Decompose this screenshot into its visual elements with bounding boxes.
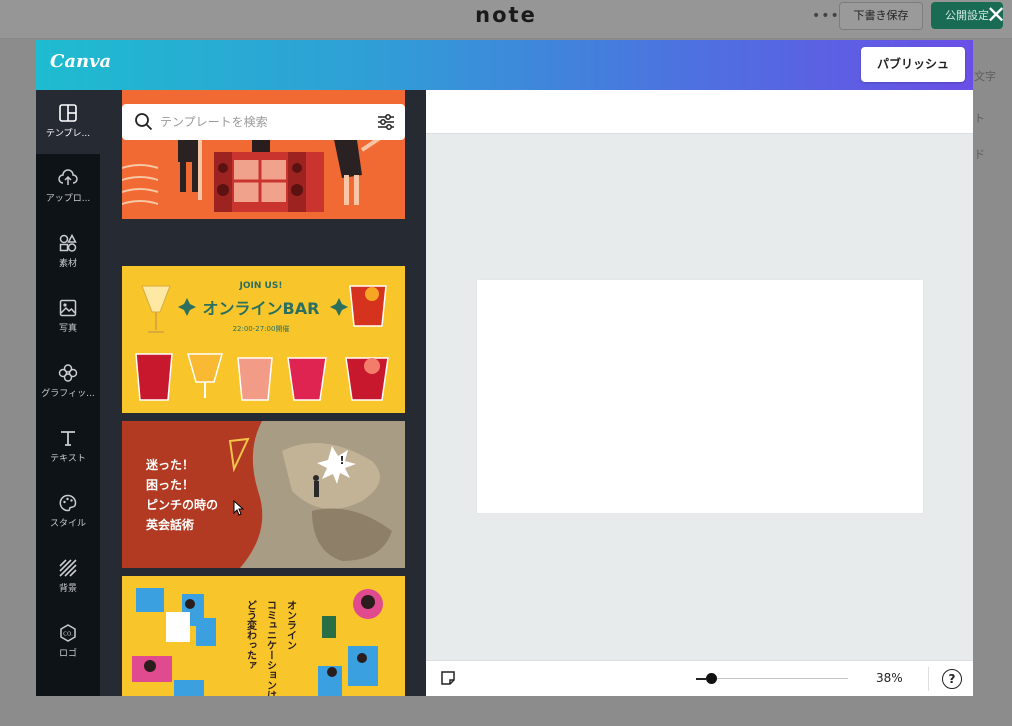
template-thumbnail: オンライン コミュニケーションは どう変わったァ <box>132 588 383 696</box>
template-line: どう変わったァ <box>245 600 257 670</box>
template-search-input[interactable] <box>160 112 360 132</box>
template-line: 迷った！ <box>145 457 194 472</box>
graphics-icon <box>58 364 78 382</box>
nav-label: テンプレ... <box>45 129 91 139</box>
nav-label: テキスト <box>50 454 86 464</box>
more-menu-icon[interactable]: ••• <box>812 8 840 24</box>
template-line: 英会話術 <box>146 517 194 532</box>
help-icon[interactable]: ? <box>942 669 962 689</box>
nav-item-graphics[interactable]: グラフィッ... <box>36 350 100 414</box>
canva-logo: Canva <box>50 51 112 72</box>
nav-item-elements[interactable]: 素材 <box>36 220 100 284</box>
template-panel: JOIN US! オンラインBAR 22:00-27:00開催 ! 迷った！ 困… <box>100 90 426 696</box>
editor-bottom-bar: 38% ? <box>426 660 973 696</box>
nav-item-photos[interactable]: 写真 <box>36 285 100 349</box>
canva-modal: Canva パブリッシュ テンプレ... アップロ... 素材 写真 グラフィッ… <box>36 40 973 696</box>
template-card-online-bar[interactable]: JOIN US! オンラインBAR 22:00-27:00開催 <box>122 266 405 413</box>
nav-label: ロゴ <box>58 649 77 659</box>
note-header: note ••• 下書き保存 公開設定 <box>0 0 1012 39</box>
zoom-slider-handle[interactable] <box>706 673 717 684</box>
editor-toolbar <box>426 90 973 134</box>
template-card-english[interactable]: ! 迷った！ 困った！ ピンチの時の 英会話術 <box>122 421 405 568</box>
background-icon <box>59 559 77 577</box>
style-icon <box>59 494 77 512</box>
zoom-level[interactable]: 38% <box>876 671 903 685</box>
logo-icon: CO. <box>60 624 76 642</box>
canva-header: Canva パブリッシュ <box>36 40 973 90</box>
template-badge: JOIN US! <box>239 281 283 291</box>
mouse-cursor-icon <box>233 500 245 516</box>
template-card-communication[interactable]: オンライン コミュニケーションは どう変わったァ <box>122 576 405 696</box>
template-thumbnail: JOIN US! オンラインBAR 22:00-27:00開催 <box>135 281 389 401</box>
upload-icon <box>58 169 78 185</box>
close-icon[interactable]: ✕ <box>983 2 1009 28</box>
design-editor: 38% ? <box>426 90 973 696</box>
nav-item-templates[interactable]: テンプレ... <box>36 90 100 154</box>
nav-item-style[interactable]: スタイル <box>36 480 100 544</box>
svg-text:CO.: CO. <box>63 632 73 638</box>
zoom-slider-fill <box>696 678 706 680</box>
side-label: ド <box>974 148 985 161</box>
nav-label: 背景 <box>58 584 77 594</box>
nav-label: グラフィッ... <box>41 389 95 399</box>
nav-label: アップロ... <box>45 194 91 204</box>
photo-icon <box>59 299 77 317</box>
zoom-slider[interactable] <box>698 678 848 679</box>
search-icon <box>135 113 153 131</box>
nav-item-uploads[interactable]: アップロ... <box>36 155 100 219</box>
side-label: ト <box>974 112 985 125</box>
template-line: オンライン <box>285 600 297 650</box>
template-time: 22:00-27:00開催 <box>233 324 290 333</box>
text-icon <box>61 431 75 446</box>
svg-text:!: ! <box>339 454 344 467</box>
divider <box>928 667 929 691</box>
nav-label: スタイル <box>49 519 86 529</box>
notes-icon[interactable] <box>440 670 456 686</box>
filter-icon[interactable] <box>376 112 396 132</box>
side-label: 文字 <box>974 70 996 83</box>
template-icon <box>59 104 77 122</box>
template-line: コミュニケーションは <box>265 600 277 696</box>
nav-item-text[interactable]: テキスト <box>36 415 100 479</box>
design-page[interactable] <box>477 280 923 513</box>
elements-icon <box>59 233 77 252</box>
nav-item-background[interactable]: 背景 <box>36 545 100 609</box>
save-draft-button[interactable]: 下書き保存 <box>839 2 923 30</box>
nav-item-logo[interactable]: CO. ロゴ <box>36 610 100 674</box>
publish-button[interactable]: パブリッシュ <box>861 47 965 82</box>
template-thumbnail: ! 迷った！ 困った！ ピンチの時の 英会話術 <box>145 421 405 568</box>
nav-label: 素材 <box>58 259 77 269</box>
nav-label: 写真 <box>58 324 77 334</box>
template-line: ピンチの時の <box>146 497 218 512</box>
side-nav: テンプレ... アップロ... 素材 写真 グラフィッ... テキスト スタイル <box>36 90 100 696</box>
template-line: 困った！ <box>146 478 194 492</box>
template-search-box[interactable] <box>122 104 405 140</box>
template-title: オンラインBAR <box>203 299 320 318</box>
